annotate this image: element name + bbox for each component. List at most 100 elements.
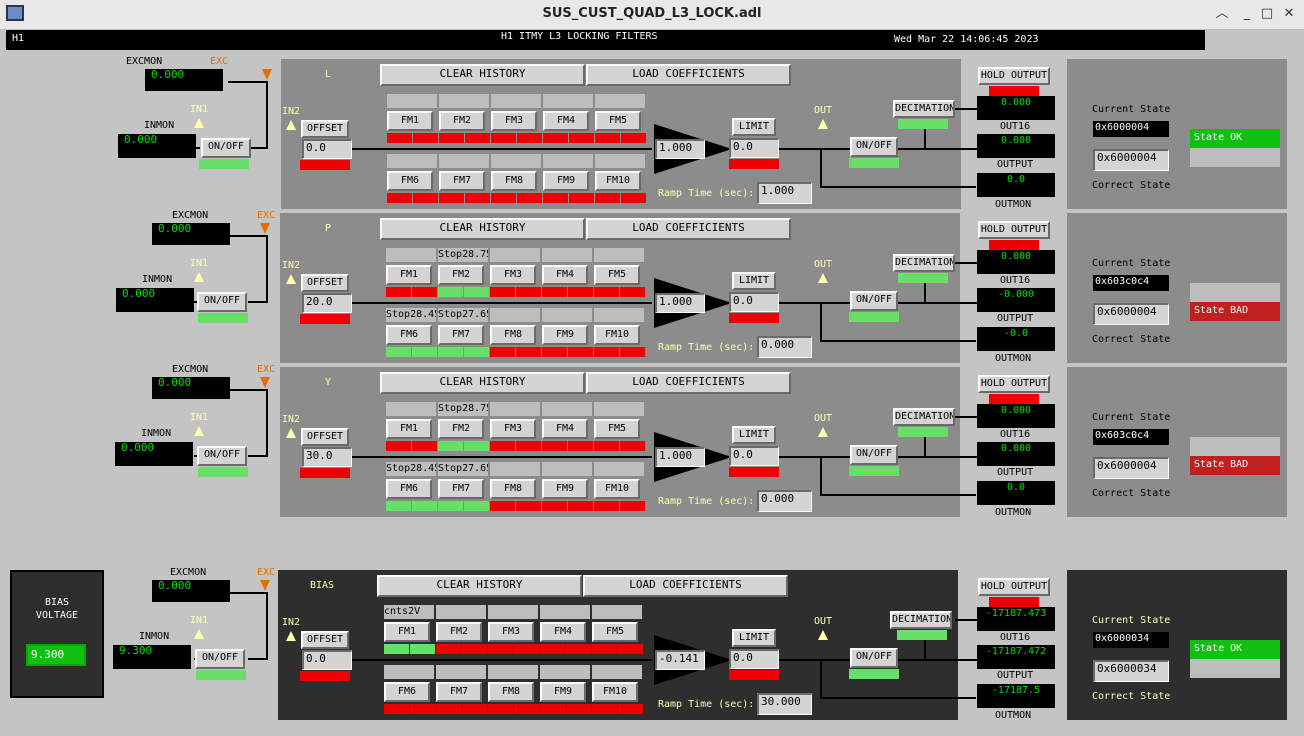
limit-button[interactable]: LIMIT: [732, 272, 776, 290]
ramp-time-input[interactable]: 0.000: [757, 490, 812, 512]
decimation-button[interactable]: DECIMATION: [893, 408, 955, 426]
input-onoff-button[interactable]: ON/OFF: [197, 292, 247, 312]
fm-button[interactable]: FM7: [438, 479, 484, 499]
fm-button[interactable]: FM4: [543, 111, 589, 131]
fm-button[interactable]: FM5: [594, 265, 640, 285]
offset-button[interactable]: OFFSET: [301, 120, 349, 138]
fm-button[interactable]: FM7: [438, 325, 484, 345]
correct-state-input[interactable]: 0x6000034: [1093, 660, 1169, 682]
clear-history-button[interactable]: CLEAR HISTORY: [377, 575, 582, 597]
fm-button[interactable]: FM6: [386, 325, 432, 345]
fm-button[interactable]: FM1: [384, 622, 430, 642]
output-onoff-button[interactable]: ON/OFF: [850, 648, 898, 668]
fm-button[interactable]: FM3: [488, 622, 534, 642]
input-onoff-button[interactable]: ON/OFF: [195, 649, 245, 669]
fm-button[interactable]: FM3: [491, 111, 537, 131]
fm-button[interactable]: FM2: [439, 111, 485, 131]
fm-name-label: [490, 308, 540, 322]
ramp-time-input[interactable]: 0.000: [757, 336, 812, 358]
fm-button[interactable]: FM1: [387, 111, 433, 131]
gain-input[interactable]: 1.000: [655, 447, 705, 467]
fm-button[interactable]: FM4: [540, 622, 586, 642]
ramp-time-input[interactable]: 1.000: [757, 182, 812, 204]
hold-output-button[interactable]: HOLD OUTPUT: [978, 67, 1050, 85]
hold-output-button[interactable]: HOLD OUTPUT: [978, 221, 1050, 239]
collapse-icon[interactable]: ︿: [1213, 5, 1231, 23]
fm-button[interactable]: FM2: [438, 419, 484, 439]
correct-state-input[interactable]: 0x6000004: [1093, 303, 1169, 325]
clear-history-button[interactable]: CLEAR HISTORY: [380, 218, 585, 240]
load-coefficients-button[interactable]: LOAD COEFFICIENTS: [586, 372, 791, 394]
fm-button[interactable]: FM6: [386, 479, 432, 499]
gain-input[interactable]: 1.000: [655, 293, 705, 313]
gain-input[interactable]: 1.000: [655, 139, 705, 159]
limit-button[interactable]: LIMIT: [732, 118, 776, 136]
fm-button[interactable]: FM10: [594, 479, 640, 499]
limit-button[interactable]: LIMIT: [732, 426, 776, 444]
fm-button[interactable]: FM6: [387, 171, 433, 191]
output-onoff-button[interactable]: ON/OFF: [850, 291, 898, 311]
fm-button[interactable]: FM8: [491, 171, 537, 191]
decimation-button[interactable]: DECIMATION: [893, 100, 955, 118]
fm-button[interactable]: FM10: [595, 171, 641, 191]
input-onoff-button[interactable]: ON/OFF: [201, 138, 251, 158]
fm-button[interactable]: FM4: [542, 419, 588, 439]
fm-button[interactable]: FM8: [490, 325, 536, 345]
fm-button[interactable]: FM2: [438, 265, 484, 285]
correct-state-input[interactable]: 0x6000004: [1093, 149, 1169, 171]
load-coefficients-button[interactable]: LOAD COEFFICIENTS: [586, 64, 791, 86]
gain-input[interactable]: -0.141: [655, 650, 705, 670]
hold-output-button[interactable]: HOLD OUTPUT: [978, 375, 1050, 393]
fm-button[interactable]: FM3: [490, 419, 536, 439]
fm-button[interactable]: FM5: [595, 111, 641, 131]
fm-button[interactable]: FM9: [542, 479, 588, 499]
fm-indicator-left: [387, 193, 412, 203]
limit-input[interactable]: 0.0: [729, 138, 779, 158]
fm-button[interactable]: FM8: [490, 479, 536, 499]
limit-button[interactable]: LIMIT: [732, 629, 776, 647]
clear-history-button[interactable]: CLEAR HISTORY: [380, 372, 585, 394]
offset-button[interactable]: OFFSET: [301, 274, 349, 292]
fm-button[interactable]: FM7: [436, 682, 482, 702]
decimation-button[interactable]: DECIMATION: [890, 611, 952, 629]
offset-input[interactable]: 0.0: [302, 650, 352, 670]
minimize-icon[interactable]: _: [1238, 5, 1256, 23]
limit-input[interactable]: 0.0: [729, 292, 779, 312]
fm-button[interactable]: FM7: [439, 171, 485, 191]
fm-button[interactable]: FM4: [542, 265, 588, 285]
maximize-icon[interactable]: □: [1258, 5, 1276, 23]
fm-button[interactable]: FM5: [592, 622, 638, 642]
limit-input[interactable]: 0.0: [729, 446, 779, 466]
offset-input[interactable]: 30.0: [302, 447, 352, 467]
signal-wire: [266, 235, 268, 303]
fm-button[interactable]: FM8: [488, 682, 534, 702]
clear-history-button[interactable]: CLEAR HISTORY: [380, 64, 585, 86]
fm-button[interactable]: FM1: [386, 419, 432, 439]
fm-button[interactable]: FM10: [594, 325, 640, 345]
load-coefficients-button[interactable]: LOAD COEFFICIENTS: [586, 218, 791, 240]
fm-button[interactable]: FM9: [543, 171, 589, 191]
output-onoff-button[interactable]: ON/OFF: [850, 445, 898, 465]
offset-button[interactable]: OFFSET: [301, 428, 349, 446]
fm-button[interactable]: FM9: [542, 325, 588, 345]
current-state-readout: 0x603c0c4: [1093, 275, 1169, 291]
fm-button[interactable]: FM5: [594, 419, 640, 439]
limit-input[interactable]: 0.0: [729, 649, 779, 669]
offset-button[interactable]: OFFSET: [301, 631, 349, 649]
hold-output-button[interactable]: HOLD OUTPUT: [978, 578, 1050, 596]
fm-button[interactable]: FM2: [436, 622, 482, 642]
close-icon[interactable]: ✕: [1280, 5, 1298, 23]
fm-button[interactable]: FM3: [490, 265, 536, 285]
offset-input[interactable]: 20.0: [302, 293, 352, 313]
fm-button[interactable]: FM1: [386, 265, 432, 285]
load-coefficients-button[interactable]: LOAD COEFFICIENTS: [583, 575, 788, 597]
correct-state-input[interactable]: 0x6000004: [1093, 457, 1169, 479]
ramp-time-input[interactable]: 30.000: [757, 693, 812, 715]
decimation-button[interactable]: DECIMATION: [893, 254, 955, 272]
output-onoff-button[interactable]: ON/OFF: [850, 137, 898, 157]
fm-button[interactable]: FM9: [540, 682, 586, 702]
input-onoff-button[interactable]: ON/OFF: [197, 446, 247, 466]
fm-button[interactable]: FM6: [384, 682, 430, 702]
fm-button[interactable]: FM10: [592, 682, 638, 702]
offset-input[interactable]: 0.0: [302, 139, 352, 159]
